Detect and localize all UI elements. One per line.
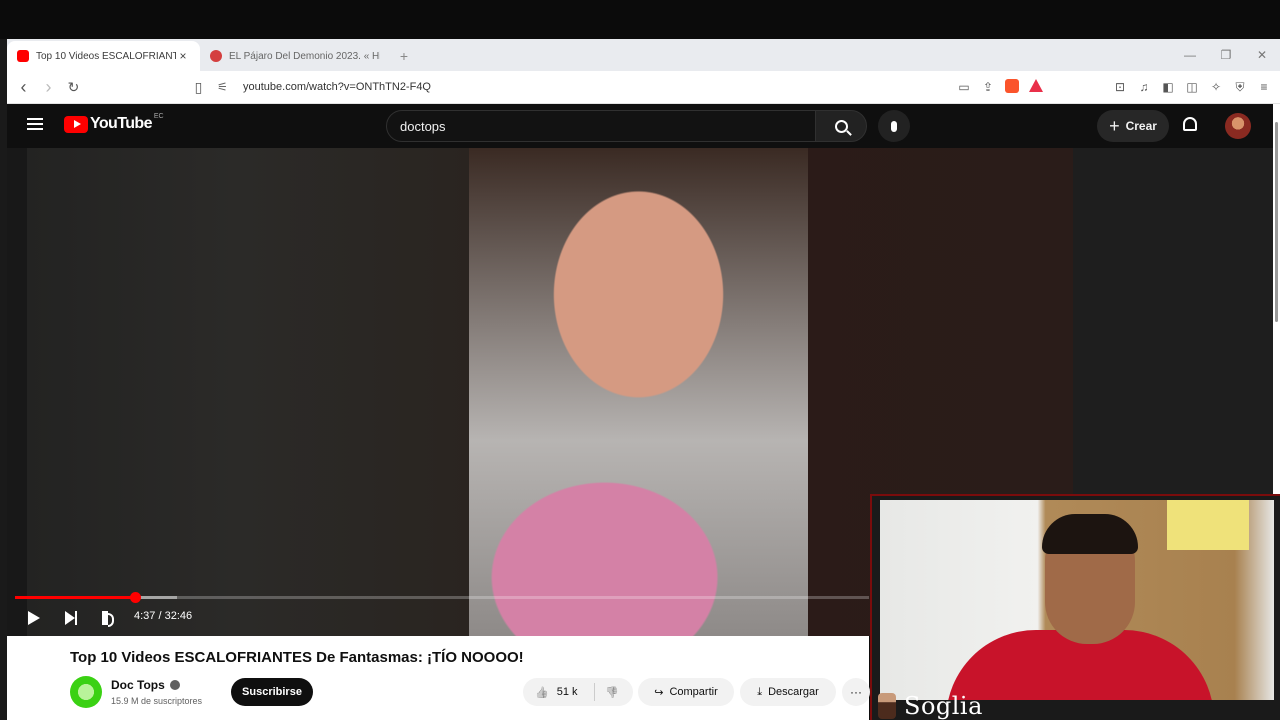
share-page-icon[interactable]: ⇪: [976, 80, 1000, 94]
voice-search-button[interactable]: [878, 110, 910, 142]
person-hair: [1042, 514, 1138, 554]
player-controls: 4:37 / 32:46: [7, 592, 869, 636]
window-controls: — ❐ ✕: [1172, 39, 1280, 71]
youtube-header: YouTube EC doctops + Crear: [7, 104, 1273, 148]
subscriber-count: 15.9 M de suscriptores: [111, 696, 203, 706]
like-dislike-group: 👍 51 k 👎: [523, 678, 633, 706]
browser-menu-icon[interactable]: ≡: [1252, 80, 1276, 94]
notifications-bell-icon[interactable]: [1183, 117, 1197, 131]
verified-badge-icon: [169, 680, 180, 690]
download-icon: ⤓: [757, 685, 763, 698]
back-icon[interactable]: ‹: [11, 77, 36, 98]
reload-icon[interactable]: ↻: [61, 79, 86, 96]
search-button[interactable]: [815, 110, 867, 142]
browser-tab-strip: Top 10 Videos ESCALOFRIANTES De Fantasma…: [7, 39, 1280, 71]
streamer-brand-name: Soglia: [904, 692, 983, 720]
webcam-overlay: Soglia: [870, 494, 1280, 720]
hamburger-menu-icon[interactable]: [27, 118, 43, 130]
progress-scrubber-handle[interactable]: [130, 592, 142, 603]
forward-icon[interactable]: ›: [36, 77, 61, 98]
download-button[interactable]: ⤓ Descargar: [740, 678, 836, 706]
download-label: Descargar: [768, 686, 819, 698]
address-bar-row: ‹ › ↻ ▯ ⚟ youtube.com/watch?v=ONThTN2-F4…: [7, 71, 1280, 104]
tab-pajaro-demonio[interactable]: EL Pájaro Del Demonio 2023. « Historias: [200, 41, 390, 71]
dislike-button[interactable]: 👎: [595, 686, 619, 699]
play-icon[interactable]: [28, 611, 40, 625]
user-avatar[interactable]: [1225, 113, 1251, 139]
volume-icon[interactable]: [102, 611, 114, 627]
url-text: youtube.com/watch?v=ONThTN2-F4Q: [243, 81, 431, 93]
tab-youtube-video[interactable]: Top 10 Videos ESCALOFRIANTES De Fantasma…: [7, 41, 200, 71]
url-field[interactable]: ⚟ youtube.com/watch?v=ONThTN2-F4Q: [217, 74, 952, 100]
share-label: Compartir: [669, 686, 718, 698]
skull-favicon-icon: [210, 50, 222, 62]
site-info-icon[interactable]: ⚟: [217, 80, 237, 94]
more-actions-button[interactable]: ···: [842, 678, 870, 706]
search-input[interactable]: doctops: [386, 110, 816, 142]
create-button[interactable]: + Crear: [1097, 110, 1169, 142]
video-frame-content: [469, 148, 808, 636]
time-display: 4:37 / 32:46: [134, 610, 193, 622]
search-icon: [834, 119, 848, 133]
brave-rewards-icon[interactable]: [1024, 79, 1048, 95]
channel-avatar[interactable]: [70, 676, 102, 708]
tab-title: EL Pájaro Del Demonio 2023. « Historias: [229, 50, 380, 62]
channel-name[interactable]: Doc Tops: [111, 678, 180, 692]
create-label: Crear: [1125, 119, 1157, 133]
share-button[interactable]: ↪ Compartir: [638, 678, 734, 706]
channel-name-text: Doc Tops: [111, 678, 165, 692]
tab-title: Top 10 Videos ESCALOFRIANTES De Fantasma…: [36, 50, 176, 62]
youtube-favicon-icon: [17, 50, 29, 62]
restore-icon[interactable]: ❐: [1208, 48, 1244, 62]
webcam-feed: [880, 500, 1274, 700]
bookmark-icon[interactable]: ▯: [186, 79, 211, 96]
video-title: Top 10 Videos ESCALOFRIANTES De Fantasma…: [70, 649, 524, 666]
screen: Top 10 Videos ESCALOFRIANTES De Fantasma…: [0, 0, 1280, 720]
reading-mode-icon[interactable]: ⊡: [1108, 80, 1132, 94]
music-icon[interactable]: ♫: [1132, 80, 1156, 94]
dislike-icon: 👎: [605, 686, 619, 699]
cast-icon[interactable]: ▭: [952, 80, 976, 94]
streamer-avatar-icon: [878, 693, 896, 719]
tab-close-icon[interactable]: ×: [176, 49, 190, 63]
like-button[interactable]: 👍 51 k: [523, 683, 595, 701]
video-info-panel: Top 10 Videos ESCALOFRIANTES De Fantasma…: [7, 636, 870, 720]
sticky-note: [1167, 500, 1249, 550]
microphone-icon: [891, 120, 897, 132]
page-scrollbar[interactable]: [1273, 104, 1280, 494]
like-icon: 👍: [535, 686, 549, 699]
left-edge: [0, 39, 7, 720]
youtube-logo-text: YouTube: [90, 115, 152, 132]
leo-ai-icon[interactable]: ✧: [1204, 80, 1228, 94]
wallet-icon[interactable]: ◫: [1180, 80, 1204, 94]
brave-shields-icon[interactable]: [1000, 78, 1024, 96]
country-code: EC: [153, 112, 164, 120]
close-window-icon[interactable]: ✕: [1244, 48, 1280, 62]
youtube-logo[interactable]: YouTube EC: [64, 112, 164, 133]
scrollbar-thumb[interactable]: [1275, 122, 1278, 322]
top-black-bar: [0, 0, 1280, 39]
next-video-icon[interactable]: [65, 611, 77, 625]
youtube-play-logo-icon: [64, 115, 88, 133]
subscribe-button[interactable]: Suscribirse: [231, 678, 313, 706]
new-tab-button[interactable]: +: [390, 41, 418, 71]
vpn-icon[interactable]: ⛨: [1228, 80, 1252, 95]
share-arrow-icon: ↪: [654, 686, 664, 699]
sidebar-icon[interactable]: ◧: [1156, 80, 1180, 94]
minimize-icon[interactable]: —: [1172, 48, 1208, 62]
progress-played: [15, 596, 136, 599]
streamer-brand: Soglia: [878, 692, 983, 720]
like-count: 51 k: [556, 686, 578, 698]
toolbar-icons: ▭ ⇪ ⊡ ♫ ◧ ◫ ✧ ⛨ ≡: [952, 78, 1276, 96]
plus-icon: +: [1109, 115, 1120, 136]
